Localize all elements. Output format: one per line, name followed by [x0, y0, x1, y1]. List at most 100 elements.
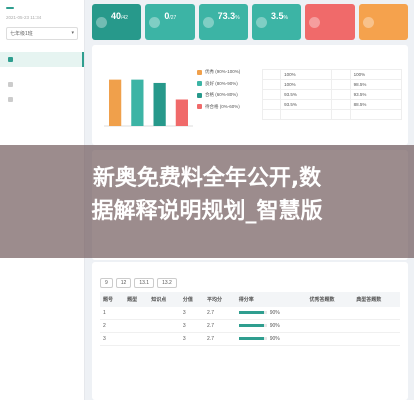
sidebar-item-1[interactable]	[0, 77, 84, 92]
cell-score: 3	[179, 332, 205, 346]
stat-cards: 40/42 0/27 73.3% 3.5%	[92, 4, 408, 40]
legend-swatch	[197, 81, 202, 86]
banner-line-1: 新奥免费料全年公开,数	[92, 166, 322, 191]
student-cell: 93.5%	[280, 99, 333, 110]
filter-button[interactable]: 13.2	[157, 278, 177, 288]
table-row[interactable]: 1 3 2.7 90%	[100, 307, 400, 320]
legend-item-good[interactable]: 良好 (80%-90%)	[197, 81, 251, 87]
student-cell	[261, 99, 282, 110]
cell-extra	[353, 319, 400, 333]
stat-value: 40/42	[111, 11, 136, 21]
cell-type	[124, 319, 149, 333]
homework-tag[interactable]	[6, 7, 14, 9]
cell-score: 3	[179, 319, 205, 333]
cell-kp	[148, 319, 180, 333]
class-select[interactable]: 七年级1班 ▾	[6, 27, 78, 40]
col-header[interactable]: 平均分	[204, 292, 236, 307]
legend-item-fail[interactable]: 待合格 (0%-60%)	[197, 104, 251, 110]
cell-rate: 90%	[235, 332, 307, 346]
rate-bar	[238, 337, 267, 341]
col-header[interactable]: 分值	[179, 292, 205, 307]
panel-title	[92, 262, 408, 274]
student-cell	[261, 89, 282, 100]
stat-card-accuracy[interactable]: 73.3%	[198, 4, 248, 40]
rate-text: 90%	[269, 310, 280, 316]
clock-icon	[255, 17, 267, 28]
legend-label: 合格 (60%-80%)	[205, 92, 238, 97]
distribution-legend: 优秀 (90%-100%) 良好 (80%-90%) 合格 (60%-80%) …	[197, 69, 251, 115]
student-cell: 93.5%	[280, 89, 333, 100]
cell-avg: 2.7	[204, 319, 236, 333]
cell-no: 1	[100, 307, 125, 320]
check-icon	[149, 17, 161, 28]
stat-suffix: %	[283, 15, 288, 21]
sidebar-subitem-0[interactable]	[0, 67, 84, 77]
rate-bar	[238, 311, 267, 315]
student-cell	[331, 89, 351, 100]
star-icon	[362, 17, 374, 28]
sidebar-nav	[0, 52, 84, 107]
legend-label: 待合格 (0%-60%)	[205, 103, 240, 109]
student-cell	[261, 69, 282, 80]
rate-text: 90%	[269, 336, 280, 342]
student-cell	[261, 79, 282, 90]
warning-icon	[309, 17, 321, 28]
sidebar-item-2[interactable]	[0, 92, 84, 107]
stat-value: 0/27	[164, 11, 189, 21]
chart-bar-0[interactable]	[109, 79, 122, 126]
student-cell: 100%	[280, 79, 333, 90]
cell-extra	[353, 307, 400, 320]
filter-button[interactable]: 13.1	[134, 278, 155, 288]
question-filters: 9 12 13.1 13.2	[92, 274, 408, 292]
overlay-banner-text: 新奥免费料全年公开,数 据解释说明规划_智慧版	[0, 162, 414, 228]
filter-button[interactable]: 12	[115, 278, 132, 288]
student-row: 100% 98.5%	[261, 79, 403, 90]
submit-icon	[96, 17, 107, 28]
student-cell	[331, 109, 351, 120]
cell-no: 3	[100, 332, 125, 346]
student-cell	[280, 109, 333, 120]
col-header[interactable]: 典型答题数	[353, 292, 400, 307]
stat-card-submitted[interactable]: 40/42	[92, 4, 142, 40]
cell-score: 3	[179, 307, 205, 320]
chart-bar-2[interactable]	[153, 82, 166, 126]
col-header[interactable]: 得分率	[235, 292, 307, 307]
student-cell: 100%	[280, 69, 333, 80]
col-header[interactable]: 知识点	[148, 292, 180, 307]
legend-item-excellent[interactable]: 优秀 (90%-100%)	[197, 69, 251, 75]
col-header[interactable]: 题号	[100, 292, 125, 307]
distribution-bar-chart	[104, 79, 193, 127]
filter-button[interactable]: 9	[100, 278, 113, 288]
stat-number: 73.3	[217, 11, 236, 21]
stat-card-wrong[interactable]	[305, 4, 355, 40]
chart-bar-3[interactable]	[175, 99, 188, 127]
question-table: 题号 题型 知识点 分值 平均分 得分率 优秀答题数 典型答题数 1 3 2.7 90…	[100, 292, 400, 346]
legend-swatch	[197, 69, 202, 75]
chart-bar-1[interactable]	[131, 79, 144, 126]
cell-kp	[148, 332, 180, 346]
student-cell	[349, 109, 403, 120]
student-cell	[331, 99, 351, 110]
table-row[interactable]: 3 3 2.7 90%	[100, 332, 400, 346]
legend-item-pass[interactable]: 合格 (60%-80%)	[197, 92, 251, 98]
sidebar-item-0[interactable]	[0, 52, 84, 67]
banner-line-2: 据解释说明规划_智慧版	[91, 199, 323, 224]
cell-extra	[353, 332, 400, 346]
report-icon	[8, 57, 13, 62]
student-cell: 100%	[349, 69, 403, 80]
col-header[interactable]: 题型	[124, 292, 149, 307]
stat-card-time[interactable]: 3.5%	[251, 4, 302, 40]
stat-card-excellent[interactable]	[358, 4, 408, 40]
cell-type	[124, 332, 149, 346]
publish-date: 2021-05-23 11:34	[6, 15, 42, 20]
student-cell: 98.5%	[349, 79, 403, 90]
table-row[interactable]: 2 3 2.7 90%	[100, 319, 400, 333]
panel-title	[92, 45, 408, 57]
cell-avg: 2.7	[204, 332, 236, 346]
cell-no: 2	[100, 319, 125, 333]
cell-avg: 2.7	[204, 307, 236, 320]
cell-rate: 90%	[235, 307, 307, 320]
stat-card-corrected[interactable]: 0/27	[145, 4, 195, 40]
col-header[interactable]: 优秀答题数	[306, 292, 354, 307]
stat-suffix: /42	[121, 15, 128, 21]
